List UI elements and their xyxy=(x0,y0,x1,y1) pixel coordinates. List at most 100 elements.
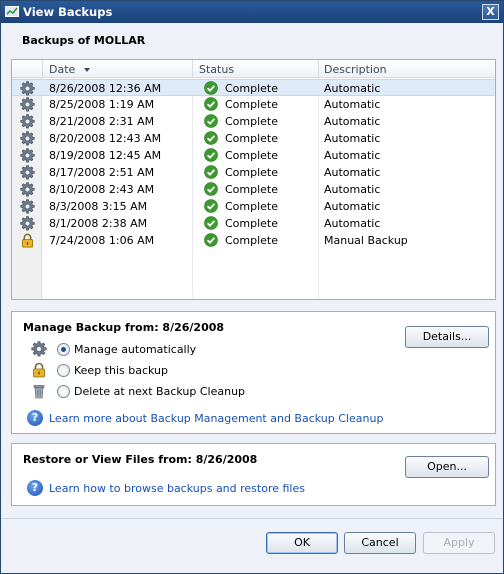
gear-icon xyxy=(31,341,47,357)
restore-help-link[interactable]: Learn how to browse backups and restore … xyxy=(49,482,305,495)
sort-descending-icon xyxy=(83,68,90,72)
row-status: Complete xyxy=(225,234,279,247)
backup-management-help[interactable]: ? Learn more about Backup Management and… xyxy=(27,410,427,428)
row-status: Complete xyxy=(225,200,279,213)
check-icon xyxy=(204,233,218,247)
check-icon xyxy=(204,165,218,179)
row-description: Automatic xyxy=(324,149,381,162)
check-icon xyxy=(204,216,218,230)
row-status: Complete xyxy=(225,115,279,128)
gear-icon xyxy=(20,114,35,129)
row-description: Automatic xyxy=(324,98,381,111)
column-header-status[interactable]: Status xyxy=(199,63,234,76)
close-button[interactable]: X xyxy=(482,4,499,20)
row-description: Automatic xyxy=(324,200,381,213)
manage-automatically-radio[interactable] xyxy=(57,343,70,356)
option-manage-automatically[interactable]: Manage automatically xyxy=(23,341,323,359)
row-status: Complete xyxy=(225,82,279,95)
table-row[interactable]: 8/21/2008 2:31 AM Complete Automatic xyxy=(12,113,495,130)
apply-button[interactable]: Apply xyxy=(423,532,495,554)
table-row[interactable]: 8/25/2008 1:19 AM Complete Automatic xyxy=(12,96,495,113)
row-description: Automatic xyxy=(324,166,381,179)
lock-icon xyxy=(31,362,47,378)
manage-backup-panel: Manage Backup from: 8/26/2008 Details...… xyxy=(11,311,496,434)
check-icon xyxy=(204,148,218,162)
gear-icon xyxy=(20,165,35,180)
check-icon xyxy=(204,131,218,145)
keep-this-backup-radio[interactable] xyxy=(57,364,70,377)
manage-backup-title: Manage Backup from: 8/26/2008 xyxy=(23,321,225,334)
column-separator[interactable] xyxy=(318,60,319,78)
check-icon xyxy=(204,114,218,128)
help-icon: ? xyxy=(27,410,43,426)
page-title: Backups of MOLLAR xyxy=(22,34,146,47)
delete-at-cleanup-radio[interactable] xyxy=(57,385,70,398)
table-row[interactable]: 8/26/2008 12:36 AM Complete Automatic xyxy=(12,79,495,96)
row-date: 8/26/2008 12:36 AM xyxy=(49,82,162,95)
trash-icon xyxy=(31,383,47,399)
row-date: 7/24/2008 1:06 AM xyxy=(49,234,155,247)
row-description: Automatic xyxy=(324,115,381,128)
gear-icon xyxy=(20,131,35,146)
window-title: View Backups xyxy=(23,5,113,19)
table-row[interactable]: 8/17/2008 2:51 AM Complete Automatic xyxy=(12,164,495,181)
gear-icon xyxy=(20,148,35,163)
gear-icon xyxy=(20,182,35,197)
row-status: Complete xyxy=(225,183,279,196)
row-date: 8/21/2008 2:31 AM xyxy=(49,115,155,128)
table-row[interactable]: 8/3/2008 3:15 AM Complete Automatic xyxy=(12,198,495,215)
row-date: 8/19/2008 12:45 AM xyxy=(49,149,162,162)
column-separator[interactable] xyxy=(192,60,193,78)
row-description: Automatic xyxy=(324,217,381,230)
row-date: 8/25/2008 1:19 AM xyxy=(49,98,155,111)
restore-panel: Restore or View Files from: 8/26/2008 Op… xyxy=(11,443,496,506)
table-row[interactable]: 8/20/2008 12:43 AM Complete Automatic xyxy=(12,130,495,147)
table-row[interactable]: 7/24/2008 1:06 AM Complete Manual Backup xyxy=(12,232,495,249)
check-icon xyxy=(204,182,218,196)
row-date: 8/1/2008 2:38 AM xyxy=(49,217,148,230)
restore-title: Restore or View Files from: 8/26/2008 xyxy=(23,453,258,466)
help-icon: ? xyxy=(27,480,43,496)
lock-icon xyxy=(20,233,35,248)
ok-button[interactable]: OK xyxy=(266,532,338,554)
footer-divider xyxy=(1,518,503,519)
table-row[interactable]: 8/1/2008 2:38 AM Complete Automatic xyxy=(12,215,495,232)
check-icon xyxy=(204,81,218,95)
row-status: Complete xyxy=(225,217,279,230)
table-row[interactable]: 8/19/2008 12:45 AM Complete Automatic xyxy=(12,147,495,164)
row-date: 8/3/2008 3:15 AM xyxy=(49,200,148,213)
row-date: 8/20/2008 12:43 AM xyxy=(49,132,162,145)
open-button[interactable]: Open... xyxy=(405,456,489,478)
gear-icon xyxy=(20,199,35,214)
manage-automatically-label: Manage automatically xyxy=(74,343,197,356)
check-icon xyxy=(204,199,218,213)
column-header-date-label: Date xyxy=(49,63,76,76)
gear-icon xyxy=(20,216,35,231)
row-description: Automatic xyxy=(324,183,381,196)
table-row[interactable]: 8/10/2008 2:43 AM Complete Automatic xyxy=(12,181,495,198)
keep-this-backup-label: Keep this backup xyxy=(74,364,169,377)
cancel-button[interactable]: Cancel xyxy=(344,532,416,554)
check-icon xyxy=(204,97,218,111)
row-status: Complete xyxy=(225,132,279,145)
delete-at-cleanup-label: Delete at next Backup Cleanup xyxy=(74,385,246,398)
restore-help[interactable]: ? Learn how to browse backups and restor… xyxy=(27,480,427,498)
option-delete-at-cleanup[interactable]: Delete at next Backup Cleanup xyxy=(23,383,323,401)
backup-management-help-link[interactable]: Learn more about Backup Management and B… xyxy=(49,412,383,425)
column-header-date[interactable]: Date xyxy=(49,63,90,76)
view-backups-window: View Backups X Backups of MOLLAR Date St… xyxy=(0,0,504,574)
title-bar[interactable]: View Backups X xyxy=(1,1,503,23)
row-status: Complete xyxy=(225,149,279,162)
row-status: Complete xyxy=(225,98,279,111)
backup-app-icon xyxy=(5,6,19,17)
row-status: Complete xyxy=(225,166,279,179)
list-header: Date Status Description xyxy=(12,60,495,78)
backups-list[interactable]: Date Status Description 8/26/2008 12:36 … xyxy=(11,59,496,300)
column-header-description[interactable]: Description xyxy=(324,63,387,76)
close-icon: X xyxy=(486,5,495,18)
details-button[interactable]: Details... xyxy=(405,326,489,348)
row-description: Automatic xyxy=(324,132,381,145)
option-keep-this-backup[interactable]: Keep this backup xyxy=(23,362,323,380)
row-date: 8/17/2008 2:51 AM xyxy=(49,166,155,179)
gear-icon xyxy=(20,97,35,112)
